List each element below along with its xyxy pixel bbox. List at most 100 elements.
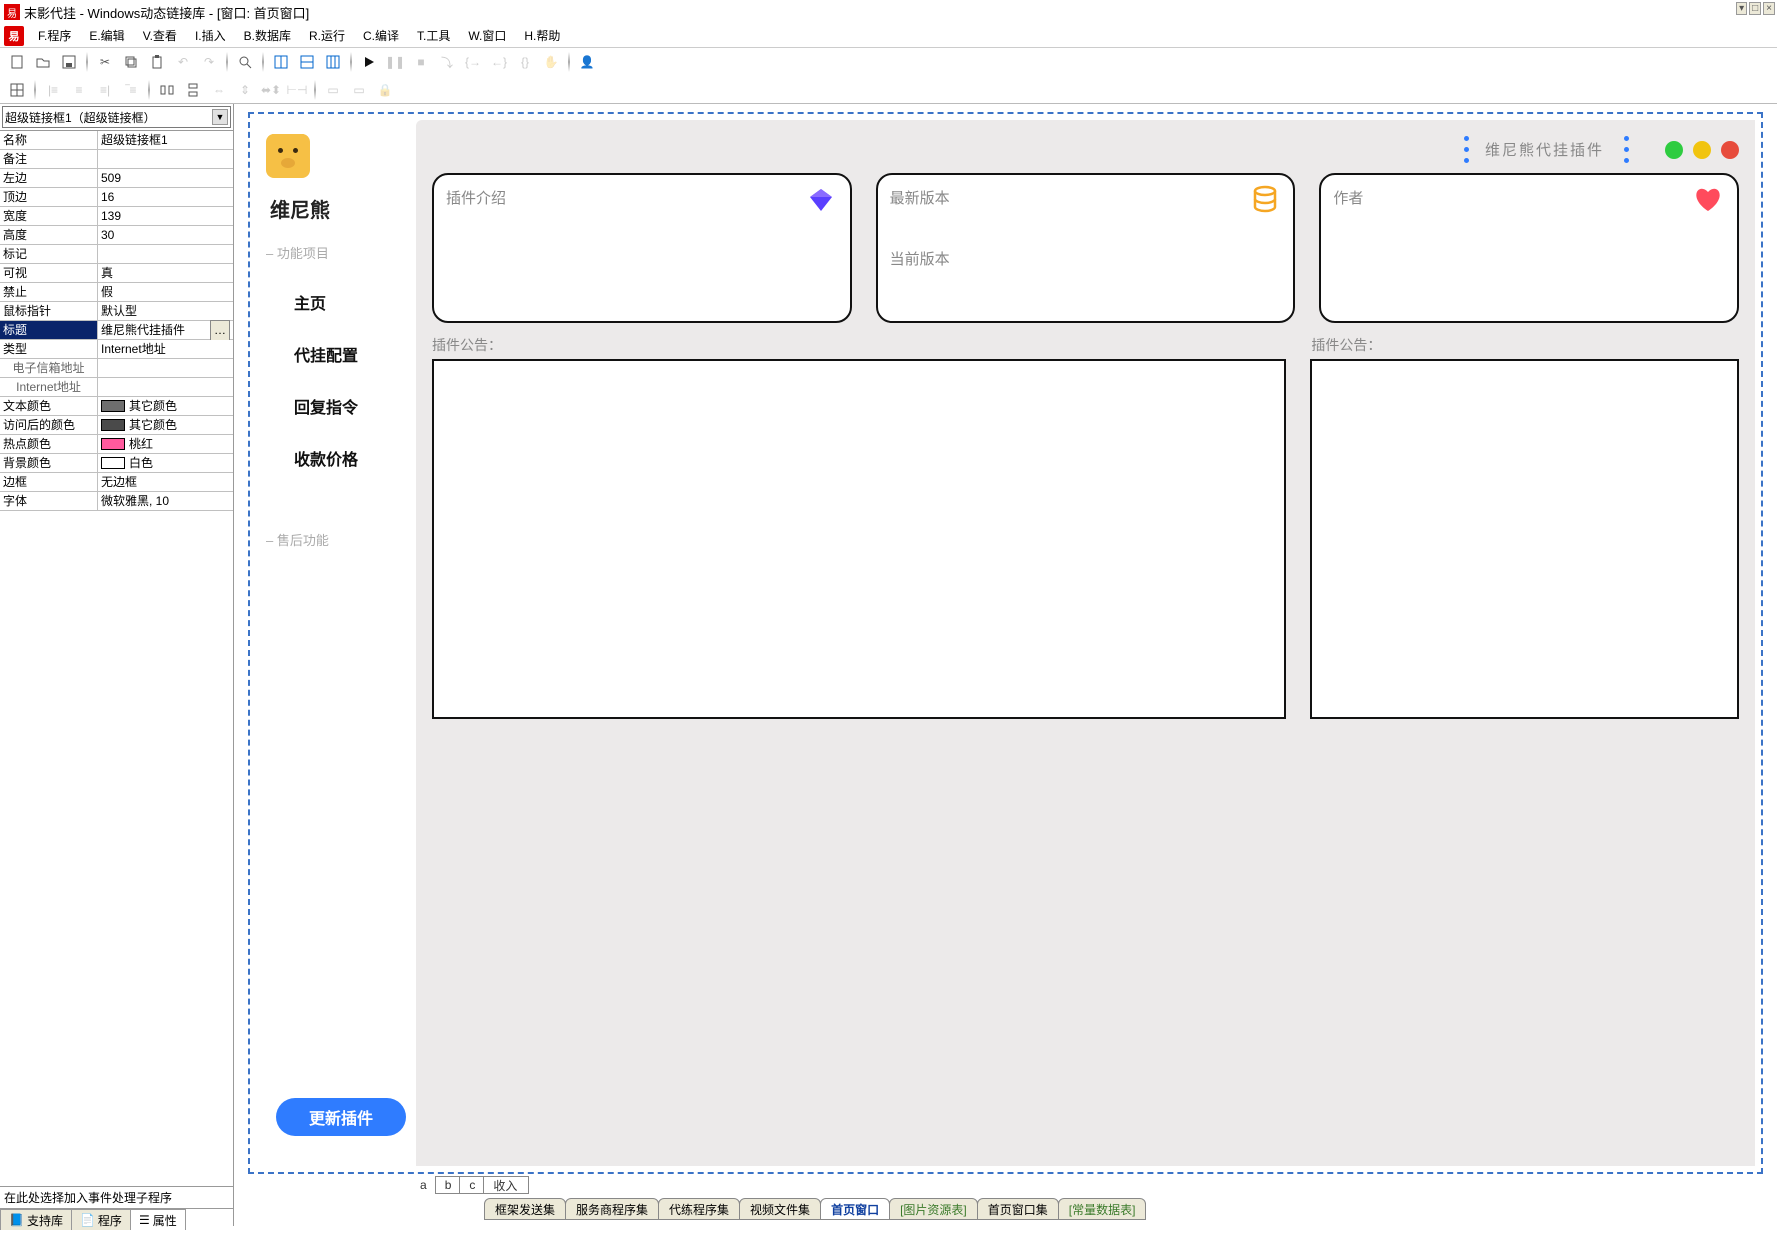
btab-video[interactable]: 视频文件集 — [739, 1198, 821, 1220]
ellipsis-button[interactable]: … — [210, 320, 230, 341]
menu-database[interactable]: B.数据库 — [236, 24, 299, 47]
tab-support-lib[interactable]: 📘支持库 — [0, 1209, 72, 1230]
open-icon[interactable] — [32, 51, 54, 73]
update-plugin-button[interactable]: 更新插件 — [276, 1098, 406, 1136]
prop-val[interactable]: 其它颜色 — [98, 416, 233, 434]
break-icon[interactable]: {} — [514, 51, 536, 73]
menu-insert[interactable]: I.插入 — [187, 24, 234, 47]
layout1-icon[interactable] — [270, 51, 292, 73]
redo-icon[interactable]: ↷ — [198, 51, 220, 73]
hand-icon[interactable]: ✋ — [540, 51, 562, 73]
back-icon[interactable]: ▭ — [348, 79, 370, 101]
spacing-h-icon[interactable] — [156, 79, 178, 101]
prop-val[interactable] — [98, 150, 233, 168]
menu-run[interactable]: R.运行 — [301, 24, 353, 47]
property-grid[interactable]: 名称超级链接框1 备注 左边509 顶边16 宽度139 高度30 标记 可视真… — [0, 130, 233, 1186]
menu-program[interactable]: F.程序 — [30, 24, 79, 47]
sidebar-item-reply[interactable]: 回复指令 — [294, 394, 406, 418]
paste-icon[interactable] — [146, 51, 168, 73]
centerh-icon[interactable]: ⊢⊣ — [286, 79, 308, 101]
sidebar-item-config[interactable]: 代挂配置 — [294, 342, 406, 366]
save-icon[interactable] — [58, 51, 80, 73]
sidebar-item-home[interactable]: 主页 — [294, 290, 406, 314]
selection-handle-icon[interactable] — [1624, 136, 1629, 163]
cut-icon[interactable]: ✂ — [94, 51, 116, 73]
samew-icon[interactable]: ⇔ — [208, 79, 230, 101]
front-icon[interactable]: ▭ — [322, 79, 344, 101]
component-selector[interactable]: 超级链接框1（超级链接框） ▼ — [2, 106, 231, 128]
btab-home-set[interactable]: 首页窗口集 — [977, 1198, 1059, 1220]
prop-val[interactable]: 维尼熊代挂插件… — [98, 321, 233, 339]
align-top-icon[interactable]: ‾≡ — [120, 79, 142, 101]
form-canvas[interactable]: 维尼熊 功能项目 主页 代挂配置 回复指令 收款价格 售后功能 更新插件 维尼熊… — [248, 112, 1763, 1174]
align-left-icon[interactable]: |≡ — [42, 79, 64, 101]
menu-view[interactable]: V.查看 — [135, 24, 185, 47]
prop-val[interactable] — [98, 378, 233, 396]
prop-val[interactable]: 真 — [98, 264, 233, 282]
stop-icon[interactable]: ■ — [410, 51, 432, 73]
prop-val[interactable]: 桃红 — [98, 435, 233, 453]
layout2-icon[interactable] — [296, 51, 318, 73]
traffic-green-icon[interactable] — [1665, 141, 1683, 159]
btab-proxy[interactable]: 代练程序集 — [658, 1198, 740, 1220]
grid-icon[interactable] — [6, 79, 28, 101]
menu-window[interactable]: W.窗口 — [460, 24, 514, 47]
person-icon[interactable]: 👤 — [576, 51, 598, 73]
prop-val[interactable]: 16 — [98, 188, 233, 206]
prop-val[interactable]: 无边框 — [98, 473, 233, 491]
prop-val[interactable]: 30 — [98, 226, 233, 244]
hyperlink-title[interactable]: 维尼熊代挂插件 — [1485, 139, 1604, 160]
menu-compile[interactable]: C.编译 — [355, 24, 407, 47]
align-right-icon[interactable]: ≡| — [94, 79, 116, 101]
prop-val[interactable] — [98, 359, 233, 377]
align-center-icon[interactable]: ≡ — [68, 79, 90, 101]
chevron-down-icon[interactable]: ▼ — [212, 109, 228, 125]
run-icon[interactable] — [358, 51, 380, 73]
traffic-yellow-icon[interactable] — [1693, 141, 1711, 159]
prop-val[interactable] — [98, 245, 233, 263]
stepover-icon[interactable]: ⤵ — [436, 51, 458, 73]
notice-box-small[interactable] — [1310, 359, 1739, 719]
samesize-icon[interactable]: ⬌⬍ — [260, 79, 282, 101]
prop-val[interactable]: Internet地址 — [98, 340, 233, 358]
traffic-red-icon[interactable] — [1721, 141, 1739, 159]
menu-help[interactable]: H.帮助 — [516, 24, 568, 47]
btab-const-data[interactable]: [常量数据表] — [1058, 1198, 1147, 1220]
tab-program[interactable]: 📄程序 — [71, 1209, 131, 1230]
menu-tools[interactable]: T.工具 — [409, 24, 458, 47]
panel-handles[interactable]: ▾□× — [1736, 2, 1775, 15]
btab-home-window[interactable]: 首页窗口 — [820, 1198, 890, 1220]
layout3-icon[interactable] — [322, 51, 344, 73]
btab-service[interactable]: 服务商程序集 — [565, 1198, 659, 1220]
card-version[interactable]: 最新版本 当前版本 — [876, 173, 1296, 323]
prop-val[interactable]: 509 — [98, 169, 233, 187]
notice-box-large[interactable] — [432, 359, 1286, 719]
stepout-icon[interactable]: ←} — [488, 51, 510, 73]
prop-val[interactable]: 假 — [98, 283, 233, 301]
sidebar-item-price[interactable]: 收款价格 — [294, 446, 406, 470]
menu-edit[interactable]: E.编辑 — [81, 24, 132, 47]
undo-icon[interactable]: ↶ — [172, 51, 194, 73]
prop-val[interactable]: 139 — [98, 207, 233, 225]
sameh-icon[interactable]: ⇕ — [234, 79, 256, 101]
prop-val[interactable]: 微软雅黑, 10 — [98, 492, 233, 510]
event-hint[interactable]: 在此处选择加入事件处理子程序 — [0, 1187, 233, 1208]
find-icon[interactable] — [234, 51, 256, 73]
card-intro[interactable]: 插件介绍 — [432, 173, 852, 323]
spacing-v-icon[interactable] — [182, 79, 204, 101]
prop-val[interactable]: 超级链接框1 — [98, 131, 233, 149]
pause-icon[interactable]: ❚❚ — [384, 51, 406, 73]
btab-frame-send[interactable]: 框架发送集 — [484, 1198, 566, 1220]
card-author[interactable]: 作者 — [1319, 173, 1739, 323]
btab-image-res[interactable]: [图片资源表] — [889, 1198, 978, 1220]
lock-icon[interactable]: 🔒 — [374, 79, 396, 101]
prop-val[interactable]: 默认型 — [98, 302, 233, 320]
heart-icon — [1693, 185, 1723, 213]
new-icon[interactable] — [6, 51, 28, 73]
prop-val[interactable]: 其它颜色 — [98, 397, 233, 415]
tab-property[interactable]: ☰属性 — [130, 1209, 186, 1230]
stepin-icon[interactable]: {→ — [462, 51, 484, 73]
prop-val[interactable]: 白色 — [98, 454, 233, 472]
copy-icon[interactable] — [120, 51, 142, 73]
selection-handle-icon[interactable] — [1464, 136, 1469, 163]
